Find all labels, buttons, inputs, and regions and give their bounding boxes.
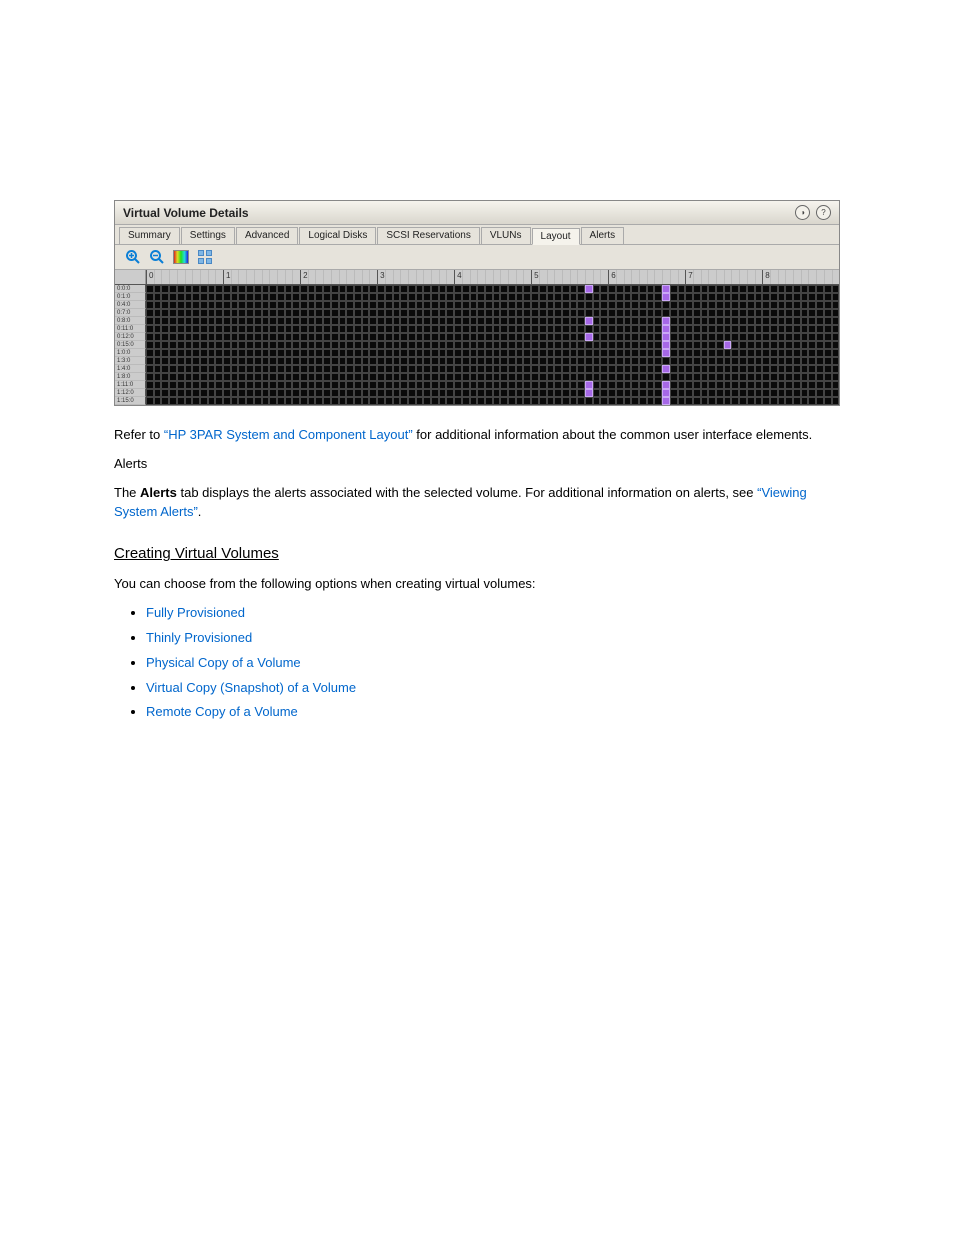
zoom-out-icon[interactable] bbox=[149, 249, 165, 265]
zoom-in-icon[interactable] bbox=[125, 249, 141, 265]
tab-bar: SummarySettingsAdvancedLogical DisksSCSI… bbox=[115, 225, 839, 245]
grid-row: 1:12:0 bbox=[115, 389, 839, 397]
grid-row: 0:4:0 bbox=[115, 301, 839, 309]
grid-row: 1:15:0 bbox=[115, 397, 839, 405]
grid-row-label: 1:11:0 bbox=[115, 381, 146, 389]
grid-row-label: 0:8:0 bbox=[115, 317, 146, 325]
grid-row: 0:12:0 bbox=[115, 333, 839, 341]
grid-row-label: 1:15:0 bbox=[115, 397, 146, 405]
heading-creating-virtual-volumes: Creating Virtual Volumes bbox=[114, 543, 840, 565]
legend-icon[interactable] bbox=[173, 249, 189, 265]
tab-scsi-reservations[interactable]: SCSI Reservations bbox=[377, 227, 479, 244]
alerts-p-pre: The bbox=[114, 485, 140, 500]
grid-row: 1:11:0 bbox=[115, 381, 839, 389]
grid-column-header: 012345678 bbox=[115, 270, 839, 285]
document-body: Refer to “HP 3PAR System and Component L… bbox=[114, 426, 840, 722]
alerts-heading-text: Alerts bbox=[114, 456, 147, 471]
grid-row: 1:8:0 bbox=[115, 373, 839, 381]
link-remote-copy-of-a-volume[interactable]: Remote Copy of a Volume bbox=[146, 704, 298, 719]
grid-row-label: 0:0:0 bbox=[115, 285, 146, 293]
panel-header-icons: ◑ ? bbox=[795, 205, 831, 220]
vv-option-item: Remote Copy of a Volume bbox=[146, 703, 840, 722]
vv-option-item: Virtual Copy (Snapshot) of a Volume bbox=[146, 679, 840, 698]
ref-pre: Refer to bbox=[114, 427, 164, 442]
link-system-layout[interactable]: “HP 3PAR System and Component Layout” bbox=[164, 427, 413, 442]
grid-rows: 0:0:00:1:00:4:00:7:00:8:00:11:00:12:00:1… bbox=[115, 285, 839, 405]
panel-title: Virtual Volume Details bbox=[123, 206, 249, 220]
layout-grid[interactable]: 012345678 0:0:00:1:00:4:00:7:00:8:00:11:… bbox=[115, 270, 839, 405]
alerts-p-end: . bbox=[198, 504, 202, 519]
vv-option-item: Thinly Provisioned bbox=[146, 629, 840, 648]
grid-row-label: 1:12:0 bbox=[115, 389, 146, 397]
tab-logical-disks[interactable]: Logical Disks bbox=[299, 227, 376, 244]
ref-post: for additional information about the com… bbox=[413, 427, 813, 442]
tab-advanced[interactable]: Advanced bbox=[236, 227, 298, 244]
grid-row: 1:3:0 bbox=[115, 357, 839, 365]
grid-row-label: 1:3:0 bbox=[115, 357, 146, 365]
tab-settings[interactable]: Settings bbox=[181, 227, 235, 244]
grid-row-label: 0:11:0 bbox=[115, 325, 146, 333]
alerts-bold: Alerts bbox=[140, 485, 177, 500]
tab-alerts[interactable]: Alerts bbox=[581, 227, 625, 244]
grid-row: 0:8:0 bbox=[115, 317, 839, 325]
tab-summary[interactable]: Summary bbox=[119, 227, 180, 244]
grid-row: 0:0:0 bbox=[115, 285, 839, 293]
vv-option-item: Physical Copy of a Volume bbox=[146, 654, 840, 673]
header-help-icon[interactable]: ? bbox=[816, 205, 831, 220]
grid-row-label: 0:12:0 bbox=[115, 333, 146, 341]
link-virtual-copy-snapshot-of-a-volume[interactable]: Virtual Copy (Snapshot) of a Volume bbox=[146, 680, 356, 695]
grid-row: 1:0:0 bbox=[115, 349, 839, 357]
grid-row-label: 1:8:0 bbox=[115, 373, 146, 381]
panel-header: Virtual Volume Details ◑ ? bbox=[115, 201, 839, 225]
grid-row: 0:1:0 bbox=[115, 293, 839, 301]
grid-row-label: 1:4:0 bbox=[115, 365, 146, 373]
header-icon-1[interactable]: ◑ bbox=[795, 205, 810, 220]
link-fully-provisioned[interactable]: Fully Provisioned bbox=[146, 605, 245, 620]
grid-row-label: 0:4:0 bbox=[115, 301, 146, 309]
reference-paragraph: Refer to “HP 3PAR System and Component L… bbox=[114, 426, 840, 445]
grid-row: 0:11:0 bbox=[115, 325, 839, 333]
grid-row: 1:4:0 bbox=[115, 365, 839, 373]
tab-vluns[interactable]: VLUNs bbox=[481, 227, 531, 244]
link-physical-copy-of-a-volume[interactable]: Physical Copy of a Volume bbox=[146, 655, 301, 670]
grid-row-label: 0:15:0 bbox=[115, 341, 146, 349]
alerts-paragraph: The Alerts tab displays the alerts assoc… bbox=[114, 484, 840, 522]
grid-row-label: 0:7:0 bbox=[115, 309, 146, 317]
layout-toolbar bbox=[115, 245, 839, 270]
alerts-heading: Alerts bbox=[114, 455, 840, 474]
link-thinly-provisioned[interactable]: Thinly Provisioned bbox=[146, 630, 252, 645]
grid-row: 0:15:0 bbox=[115, 341, 839, 349]
vv-intro-paragraph: You can choose from the following option… bbox=[114, 575, 840, 594]
virtual-volume-details-panel: Virtual Volume Details ◑ ? SummarySettin… bbox=[114, 200, 840, 406]
vv-options-list: Fully Provisioned Thinly Provisioned Physi… bbox=[114, 604, 840, 722]
grid-row: 0:7:0 bbox=[115, 309, 839, 317]
grid-row-label: 1:0:0 bbox=[115, 349, 146, 357]
grid-row-label: 0:1:0 bbox=[115, 293, 146, 301]
alerts-p-mid: tab displays the alerts associated with … bbox=[177, 485, 757, 500]
expand-icon[interactable] bbox=[197, 249, 213, 265]
tab-layout[interactable]: Layout bbox=[532, 228, 580, 245]
vv-option-item: Fully Provisioned bbox=[146, 604, 840, 623]
